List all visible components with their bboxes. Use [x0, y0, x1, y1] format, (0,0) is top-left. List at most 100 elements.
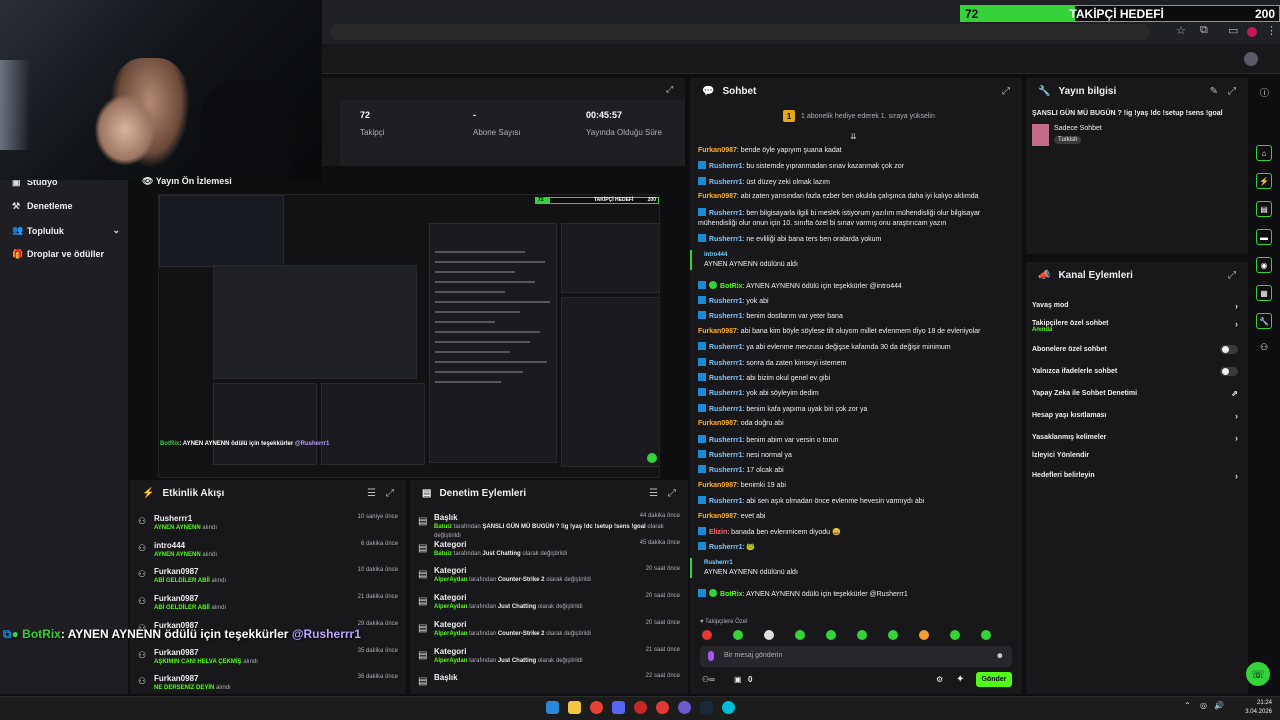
chat-message[interactable]: Rusherrr1: yok abi	[698, 295, 1008, 307]
file-explorer-icon[interactable]	[568, 701, 581, 714]
chat-username[interactable]: Rusherrr1	[709, 467, 742, 474]
extensions-icon[interactable]: ⧉	[1200, 24, 1208, 37]
emote-button[interactable]	[950, 630, 960, 640]
windows-start-icon[interactable]	[546, 701, 559, 714]
toggle-switch[interactable]	[1220, 367, 1238, 376]
chat-username[interactable]: Rusherrr1	[709, 544, 742, 551]
nav-drops[interactable]: 🎁 Droplar ve ödüller	[12, 249, 104, 259]
chat-message[interactable]: Furkan0987: oda doğru abi	[698, 419, 1008, 429]
emote-button[interactable]	[733, 630, 743, 640]
chat-username[interactable]: Furkan0987	[698, 328, 737, 335]
chat-message[interactable]: Furkan0987: abi bana kim böyle söylese t…	[698, 327, 1008, 337]
info-icon[interactable]: ⓘ	[1260, 86, 1269, 99]
chat-message[interactable]: Rusherrr1: sonra da zaten kimseyi isteme…	[698, 357, 1008, 369]
send-button[interactable]: Gönder	[976, 672, 1012, 687]
chat-message[interactable]: Furkan0987: benimki 19 abi	[698, 481, 1008, 491]
chat-redeem[interactable]: intro444 AYNEN AYNENN ödülünü aldı	[690, 249, 1000, 270]
popout-icon[interactable]: ⤢	[1002, 86, 1010, 97]
address-bar[interactable]	[330, 24, 1150, 40]
filter-icon[interactable]: ☰	[367, 488, 376, 499]
chat-username[interactable]: BotRix	[720, 591, 743, 598]
chat-username[interactable]: Rusherrr1	[709, 344, 742, 351]
rail-lightning-icon[interactable]: ⚡	[1256, 173, 1272, 189]
chat-message[interactable]: Elizin: banada ben evlenmicem diyodu 😄	[698, 526, 1008, 538]
chat-username[interactable]: Furkan0987	[698, 420, 737, 427]
chat-message[interactable]: Rusherrr1: ben bilgisayarla ilgili bi me…	[698, 207, 1008, 229]
rail-broadcast-icon[interactable]: ◉	[1256, 257, 1272, 273]
emote-button[interactable]	[702, 630, 712, 640]
chat-message[interactable]: Rusherrr1: üst düzey zeki olmak lazım	[698, 176, 1008, 188]
popout-icon[interactable]: ⤢	[386, 488, 394, 499]
filter-icon[interactable]: ☰	[649, 488, 658, 499]
chat-message-input[interactable]: Bir mesaj gönderin ☻	[700, 646, 1012, 667]
channel-action-item[interactable]: İzleyici Yönlendir	[1032, 452, 1238, 459]
channel-action-item[interactable]: Yapay Zeka ile Sohbet Denetimi ⇗	[1032, 389, 1238, 398]
rail-chat-icon[interactable]: ▬	[1256, 229, 1272, 245]
chat-message[interactable]: Furkan0987: evet abi	[698, 512, 1008, 522]
chat-message[interactable]: Rusherrr1: benim kafa yapıma uyak biri ç…	[698, 403, 1008, 415]
chat-message[interactable]: Rusherrr1: ya abi evlenme mevzusu değişs…	[698, 342, 1008, 353]
chat-message[interactable]: Rusherrr1: yok abi söyleyim dedim	[698, 388, 1008, 399]
emote-button[interactable]	[764, 630, 774, 640]
chat-message[interactable]: BotRix: AYNEN AYNENN ödülü için teşekkür…	[698, 588, 1008, 600]
chat-pinned-gift[interactable]: 1 1 abonelik hediye ederek 1. sıraya yük…	[783, 108, 935, 124]
popout-icon[interactable]: ⤢	[668, 488, 676, 499]
rail-layout-icon[interactable]: ▦	[1256, 285, 1272, 301]
chat-username[interactable]: Rusherrr1	[709, 498, 742, 505]
taskbar-clock[interactable]: 21:24 3.04.2026	[1245, 699, 1272, 717]
popout-icon[interactable]: ⤢	[666, 84, 673, 95]
channel-action-item[interactable]: Yalnızca ifadelerle sohbet	[1032, 367, 1238, 376]
chat-message[interactable]: Rusherrr1: abi sen aşık olmadan önce evl…	[698, 496, 1008, 507]
steam-icon[interactable]	[700, 701, 713, 714]
chat-username[interactable]: Rusherrr1	[709, 179, 742, 186]
emote-button[interactable]	[919, 630, 929, 640]
chat-username[interactable]: Rusherrr1	[709, 313, 742, 320]
chat-username[interactable]: Furkan0987	[698, 193, 737, 200]
rail-share-icon[interactable]: ⚇	[1260, 342, 1268, 353]
chat-message[interactable]: Furkan0987: abi zaten yarısından fazla e…	[698, 192, 1008, 202]
nav-moderation[interactable]: ⚒ Denetleme	[12, 201, 73, 211]
chat-username[interactable]: Furkan0987	[698, 147, 737, 154]
menu-icon[interactable]: ⋮	[1266, 24, 1277, 37]
chat-username[interactable]: Rusherrr1	[709, 236, 742, 243]
popout-icon[interactable]: ⤢	[1228, 270, 1236, 281]
scroll-down-icon[interactable]: ⇊	[850, 132, 857, 141]
channel-action-item[interactable]: Yavaş mod ›	[1032, 301, 1238, 311]
chat-username[interactable]: Rusherrr1	[709, 437, 742, 444]
chat-message[interactable]: Rusherrr1: bu sistemde yıpranmadan sınav…	[698, 161, 1008, 172]
channel-action-item[interactable]: Hesap yaşı kısıtlaması ›	[1032, 411, 1238, 421]
emoji-icon[interactable]: ☻	[996, 651, 1004, 660]
chat-username[interactable]: Rusherrr1	[709, 390, 742, 397]
popout-icon[interactable]: ⤢	[1228, 86, 1236, 97]
settings-gear-icon[interactable]: ⚙	[936, 675, 943, 684]
chat-username[interactable]: BotRix	[720, 283, 743, 290]
chat-message[interactable]: BotRix: AYNEN AYNENN ödülü için teşekkür…	[698, 280, 1008, 292]
discord-icon[interactable]	[612, 701, 625, 714]
rail-wrench-icon[interactable]: 🔧	[1256, 313, 1272, 329]
chat-message[interactable]: Rusherrr1: nesi normal ya	[698, 449, 1008, 461]
channel-action-item[interactable]: Yasaklanmış kelimeler ›	[1032, 433, 1238, 443]
chat-username[interactable]: Rusherrr1	[704, 558, 1000, 568]
app-icon[interactable]	[678, 701, 691, 714]
chat-username[interactable]: intro444	[704, 250, 1000, 260]
chat-username[interactable]: Rusherrr1	[709, 360, 742, 367]
mod-tools-icon[interactable]: ⚇∞	[702, 675, 715, 684]
chat-username[interactable]: Rusherrr1	[709, 452, 742, 459]
rail-users-icon[interactable]: ⌂	[1256, 145, 1272, 161]
volume-icon[interactable]: 🔊	[1214, 701, 1224, 710]
tray-chevron-icon[interactable]: ⌃	[1184, 701, 1191, 710]
chat-username[interactable]: Rusherrr1	[709, 210, 742, 217]
points-icon[interactable]: ▣	[734, 675, 742, 684]
chat-username[interactable]: Rusherrr1	[709, 298, 742, 305]
chat-message[interactable]: Rusherrr1: 🐸	[698, 542, 1008, 553]
chat-message[interactable]: Rusherrr1: ne evliliği abi bana ters ben…	[698, 234, 1008, 245]
nav-community[interactable]: 👥 Topluluk ⌄	[12, 225, 120, 236]
chat-username[interactable]: Furkan0987	[698, 482, 737, 489]
channel-action-item[interactable]: Hedefleri belirleyin ›	[1032, 471, 1238, 481]
chrome-icon[interactable]	[590, 701, 603, 714]
chat-username[interactable]: Elizin	[709, 529, 727, 536]
emote-button[interactable]	[826, 630, 836, 640]
chat-message[interactable]: Furkan0987: bende öyle yapıyım şuana kad…	[698, 146, 1008, 156]
chat-fab-button[interactable]: ☏	[1246, 662, 1270, 686]
emote-button[interactable]	[888, 630, 898, 640]
